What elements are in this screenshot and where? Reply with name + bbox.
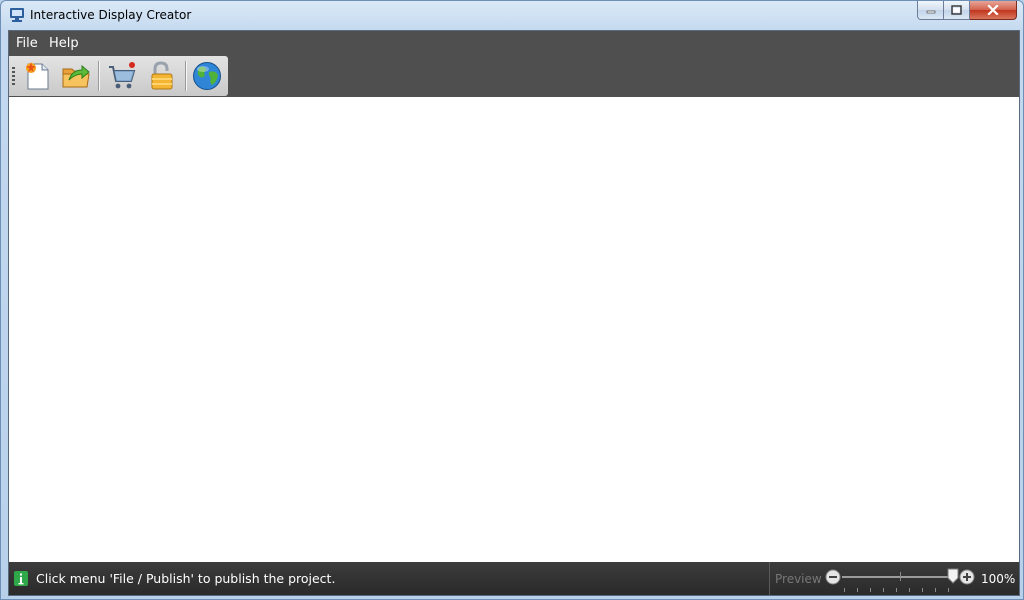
status-bar: Click menu 'File / Publish' to publish t… — [9, 562, 1019, 595]
monitor-icon — [10, 8, 24, 22]
zoom-out-icon[interactable] — [825, 569, 841, 585]
status-message: Click menu 'File / Publish' to publish t… — [36, 571, 336, 586]
unlock-icon[interactable] — [146, 60, 178, 92]
toolbar — [9, 56, 228, 96]
toolbar-separator — [185, 61, 187, 91]
menu-help[interactable]: Help — [49, 36, 79, 51]
menu-file[interactable]: File — [16, 36, 38, 51]
toolbar-grip[interactable] — [12, 67, 15, 85]
toolbar-area — [9, 56, 1019, 97]
zoom-slider-thumb[interactable] — [947, 568, 959, 584]
new-document-icon[interactable] — [21, 60, 53, 92]
shopping-cart-icon[interactable] — [106, 60, 138, 92]
title-bar[interactable]: Interactive Display Creator — [1, 1, 1023, 30]
zoom-center-tick — [900, 572, 901, 581]
design-canvas[interactable] — [9, 97, 1019, 562]
zoom-panel: Preview 100% — [769, 562, 1020, 595]
close-button[interactable] — [970, 1, 1017, 20]
globe-icon[interactable] — [191, 60, 223, 92]
zoom-ticks — [844, 588, 956, 592]
zoom-in-icon[interactable] — [959, 569, 975, 585]
window-title: Interactive Display Creator — [30, 8, 192, 22]
caption-buttons — [917, 1, 1017, 21]
maximize-button[interactable] — [944, 1, 970, 20]
open-folder-icon[interactable] — [60, 60, 92, 92]
app-window: Interactive Display Creator File Help Cl… — [0, 0, 1024, 600]
menu-bar: File Help — [9, 31, 1019, 56]
info-icon — [14, 571, 28, 586]
maximize-icon — [951, 5, 962, 15]
minimize-button[interactable] — [917, 1, 944, 20]
zoom-value: 100% — [981, 572, 1016, 586]
client-area: File Help Click menu 'File / Publish' to… — [8, 30, 1020, 596]
preview-label: Preview — [775, 572, 822, 586]
minimize-icon — [926, 10, 935, 14]
close-icon — [987, 5, 999, 15]
toolbar-separator — [98, 61, 100, 91]
